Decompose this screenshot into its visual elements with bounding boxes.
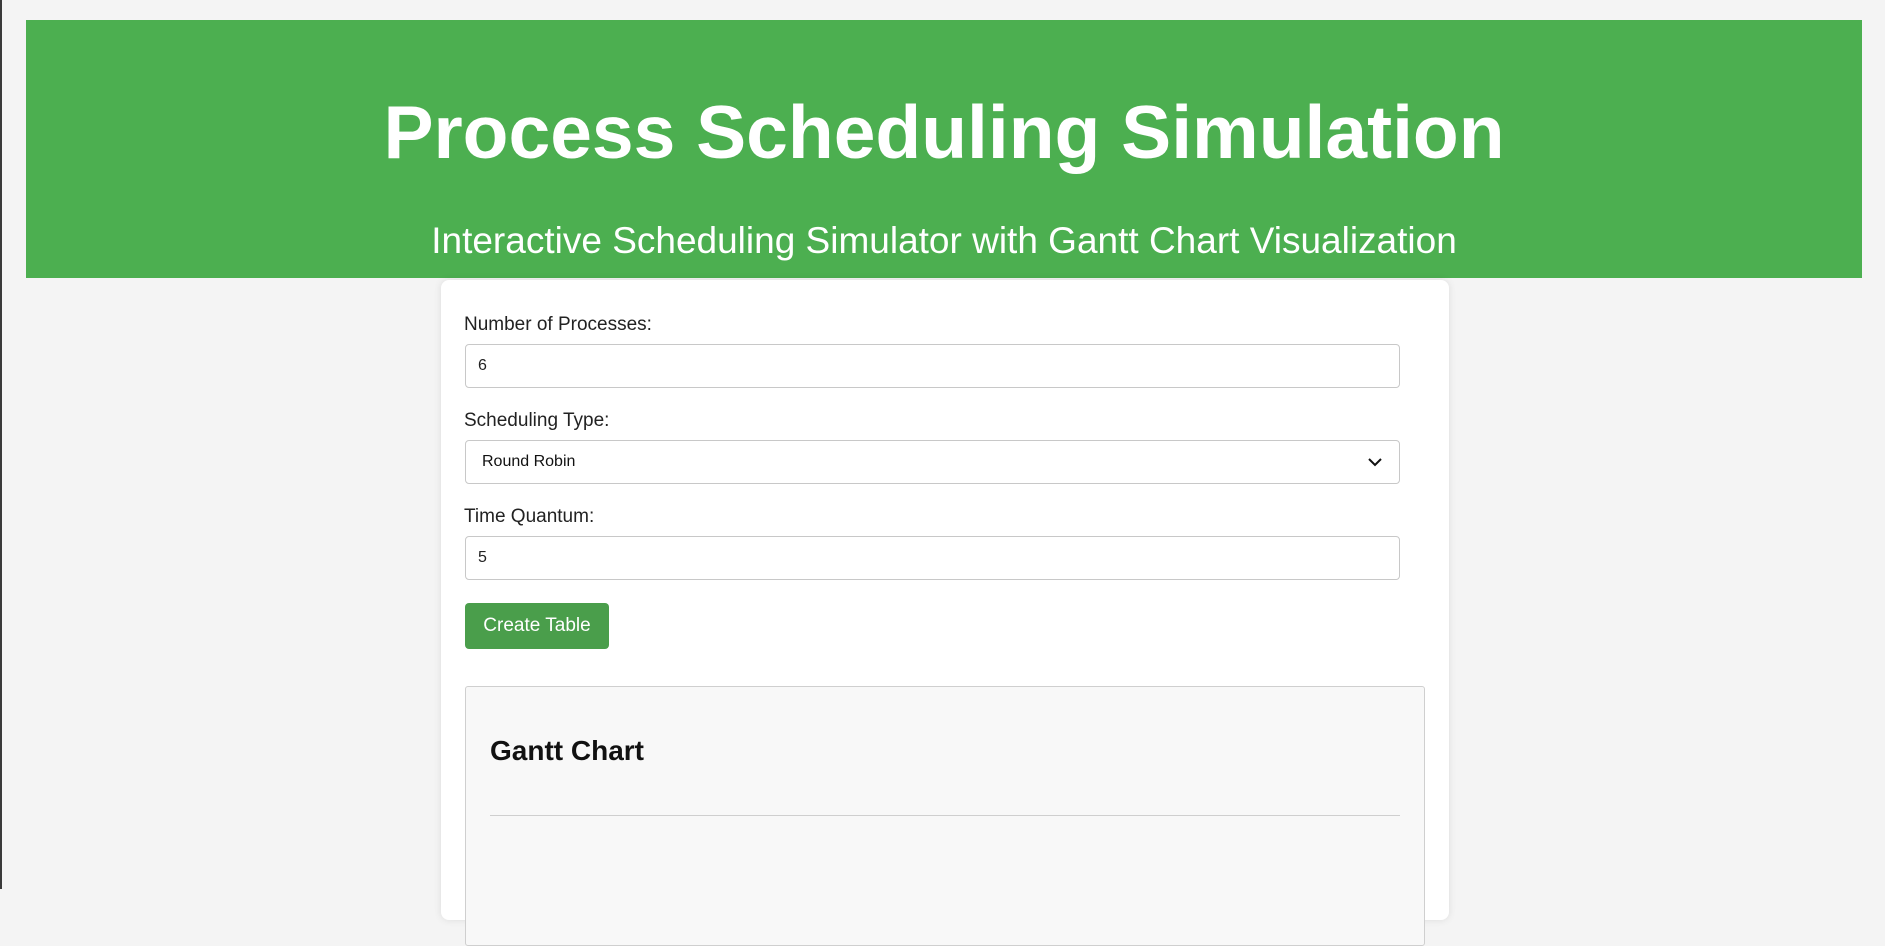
scheduling-type-selected: Round Robin — [482, 453, 576, 470]
num-processes-label: Number of Processes: — [464, 314, 652, 335]
window-edge — [0, 0, 2, 889]
gantt-chart-title: Gantt Chart — [490, 735, 644, 766]
num-processes-input[interactable]: 6 — [465, 344, 1400, 388]
time-quantum-input[interactable]: 5 — [465, 536, 1400, 580]
gantt-chart-panel: Gantt Chart — [465, 686, 1425, 946]
settings-card: Number of Processes: 6 Scheduling Type: … — [441, 280, 1449, 946]
page-title: Process Scheduling Simulation — [383, 90, 1505, 174]
gantt-divider — [490, 815, 1400, 816]
scheduling-type-label: Scheduling Type: — [464, 410, 610, 431]
scheduling-type-select[interactable]: Round Robin — [465, 440, 1400, 484]
create-table-button[interactable]: Create Table — [465, 603, 609, 649]
chevron-down-icon — [1367, 454, 1383, 470]
page-header: Process Scheduling Simulation Interactiv… — [26, 20, 1862, 278]
page-subtitle: Interactive Scheduling Simulator with Ga… — [431, 220, 1457, 261]
time-quantum-label: Time Quantum: — [464, 506, 595, 527]
